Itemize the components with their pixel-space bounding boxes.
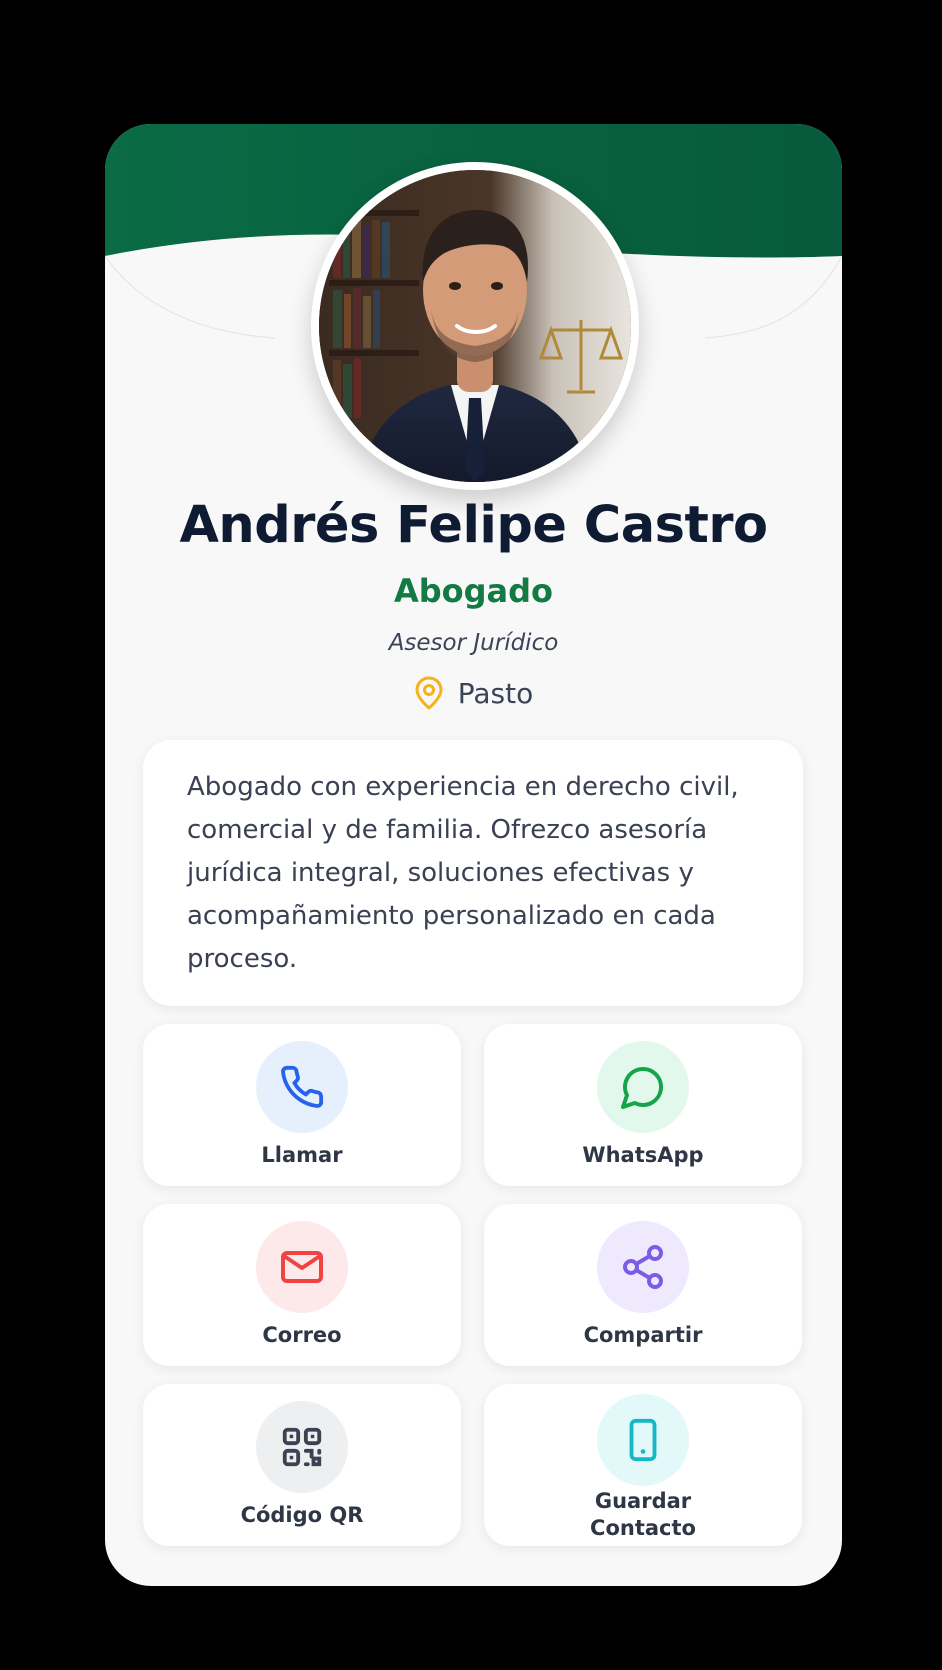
- save-contact-label: Guardar Contacto: [590, 1489, 696, 1540]
- call-label: Llamar: [261, 1143, 343, 1167]
- save-contact-button[interactable]: Guardar Contacto: [484, 1384, 802, 1546]
- smartphone-icon: [629, 1418, 657, 1462]
- share-label: Compartir: [583, 1323, 703, 1347]
- email-label: Correo: [262, 1323, 342, 1347]
- share-icon: [623, 1245, 663, 1289]
- smartphone-icon-circle: [597, 1394, 689, 1486]
- whatsapp-icon: [621, 1067, 663, 1109]
- location: Pasto: [105, 676, 842, 710]
- phone-icon-circle: [256, 1041, 348, 1133]
- profile-photo: [311, 162, 639, 490]
- lawyer-portrait-illustration: [319, 170, 631, 482]
- whatsapp-icon-circle: [597, 1041, 689, 1133]
- whatsapp-label: WhatsApp: [582, 1143, 704, 1167]
- location-text: Pasto: [457, 676, 534, 710]
- qr-code-button[interactable]: Código QR: [143, 1384, 461, 1546]
- qr-icon-circle: [256, 1401, 348, 1493]
- profile-card: Andrés Felipe Castro Abogado Asesor Jurí…: [105, 124, 842, 1586]
- bio-text: Abogado con experiencia en derecho civil…: [187, 772, 739, 974]
- map-pin-icon: [415, 676, 443, 710]
- share-icon-circle: [597, 1221, 689, 1313]
- qr-code-label: Código QR: [240, 1503, 364, 1527]
- profile-name: Andrés Felipe Castro: [179, 496, 768, 555]
- call-button[interactable]: Llamar: [143, 1024, 461, 1186]
- whatsapp-button[interactable]: WhatsApp: [484, 1024, 802, 1186]
- phone-icon: [281, 1065, 324, 1108]
- profile-title: Abogado: [393, 572, 554, 610]
- bio-box: Abogado con experiencia en derecho civil…: [143, 740, 803, 1006]
- mail-icon-circle: [256, 1221, 348, 1313]
- profile-subtitle: Asesor Jurídico: [388, 630, 559, 656]
- mail-icon: [281, 1251, 323, 1283]
- qr-code-icon: [282, 1427, 322, 1467]
- share-button[interactable]: Compartir: [484, 1204, 802, 1366]
- email-button[interactable]: Correo: [143, 1204, 461, 1366]
